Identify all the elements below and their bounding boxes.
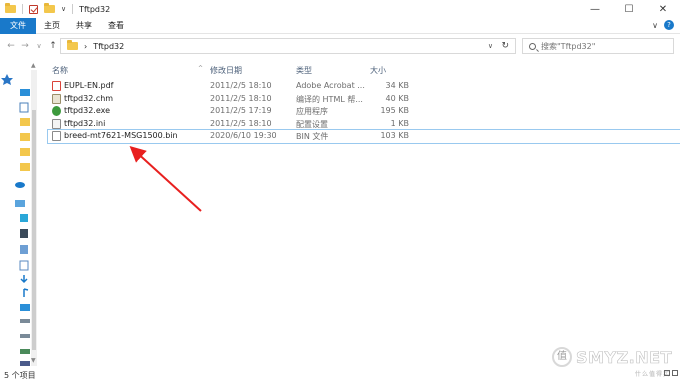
annotation-arrow bbox=[129, 145, 202, 212]
large-icons-view-icon[interactable] bbox=[672, 370, 678, 376]
watermark-text: SMYZ.NET bbox=[576, 347, 672, 367]
details-view-icon[interactable] bbox=[664, 370, 670, 376]
watermark: 值 SMYZ.NET bbox=[552, 347, 672, 367]
annotation-arrow-line bbox=[129, 145, 202, 212]
explorer-window: ∨ Tftpd32 — ☐ ✕ 文件 主页 共享 查看 ∨ ? ← → ∨ ↑ … bbox=[0, 0, 680, 383]
watermark-badge: 值 bbox=[552, 347, 573, 367]
status-item-count: 5 个项目 bbox=[4, 371, 36, 380]
view-buttons bbox=[664, 370, 678, 376]
